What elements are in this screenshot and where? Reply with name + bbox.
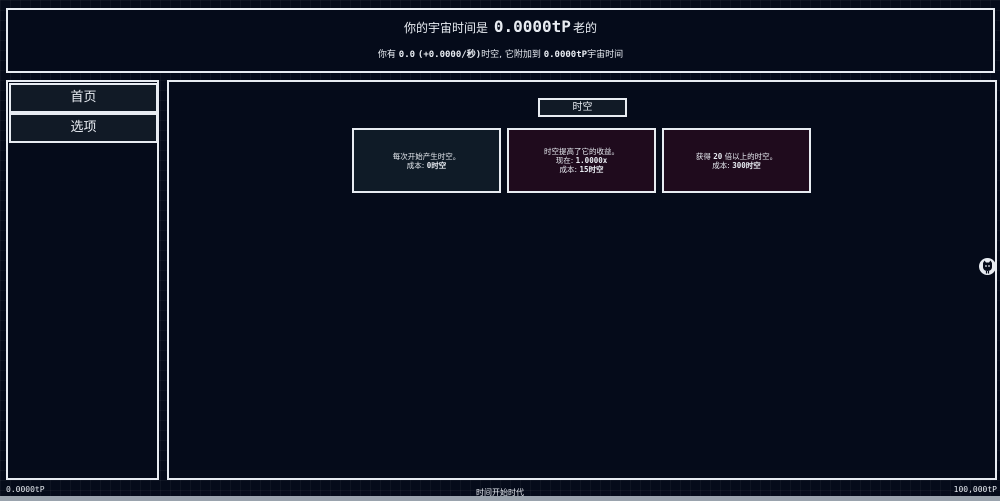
progress-end-label: 100,000tP — [953, 485, 997, 494]
upgrade-card-3[interactable]: 获得 20 倍以上的时空。 成本: 300时空 — [662, 128, 811, 193]
upgrade-3-description-number: 20 — [713, 151, 723, 161]
github-cat-icon[interactable] — [979, 258, 996, 275]
upgrade-1-description: 每次开始产生时空。 — [392, 151, 461, 161]
universe-time-value: 0.0000tP — [493, 17, 571, 36]
header-panel: 你的宇宙时间是 0.0000tP 老的 你有 0.0 (+0.0000/秒)时空,… — [6, 8, 995, 73]
upgrade-1-cost-label: 成本: — [406, 160, 425, 170]
upgrade-1-cost-value: 0时空 — [426, 160, 447, 170]
spacetime-middle: 时空, 它附加到 — [481, 50, 541, 60]
github-cat-icon-graphic — [983, 260, 992, 274]
spacetime-summary-line: 你有 0.0 (+0.0000/秒)时空, 它附加到 0.0000tP宇宙时间 — [8, 49, 993, 61]
nav-options-button[interactable]: 选项 — [9, 113, 158, 143]
sidebar: 首页 选项 — [6, 80, 159, 480]
upgrade-3-description-prefix: 获得 — [695, 151, 711, 161]
spacetime-suffix: 宇宙时间 — [587, 50, 624, 60]
tab-spacetime[interactable]: 时空 — [538, 98, 627, 117]
upgrade-card-1[interactable]: 每次开始产生时空。 成本: 0时空 — [352, 128, 501, 193]
upgrade-2-current-value: 1.0000x — [575, 156, 608, 165]
universe-time-suffix: 老的 — [572, 21, 597, 35]
bonus-time-value: 0.0000tP — [543, 50, 588, 60]
page: 你的宇宙时间是 0.0000tP 老的 你有 0.0 (+0.0000/秒)时空,… — [0, 0, 1000, 501]
spacetime-amount: 0.0 — [398, 50, 416, 60]
spacetime-prefix: 你有 — [377, 50, 396, 60]
upgrade-card-2[interactable]: 时空提高了它的收益。 现在: 1.0000x 成本: 15时空 — [507, 128, 656, 193]
upgrade-3-cost-value: 300时空 — [732, 160, 761, 170]
upgrade-2-description: 时空提高了它的收益。 — [544, 147, 619, 156]
upgrade-2-cost-label: 成本: — [559, 165, 578, 174]
universe-time-line: 你的宇宙时间是 0.0000tP 老的 — [8, 17, 993, 38]
era-progress-bar — [0, 496, 1000, 501]
upgrade-2-current-label: 现在: — [555, 156, 574, 165]
spacetime-rate: (+0.0000/秒) — [417, 50, 482, 60]
universe-time-prefix: 你的宇宙时间是 — [404, 21, 489, 35]
upgrade-3-description-suffix: 倍以上的时空。 — [724, 151, 778, 161]
main-panel: 时空 每次开始产生时空。 成本: 0时空 时空提高了它的收益。 现在: 1.00… — [167, 80, 997, 480]
upgrade-3-cost-label: 成本: — [712, 160, 730, 170]
upgrade-2-cost-value: 15时空 — [579, 165, 604, 174]
nav-home-button[interactable]: 首页 — [9, 83, 158, 113]
